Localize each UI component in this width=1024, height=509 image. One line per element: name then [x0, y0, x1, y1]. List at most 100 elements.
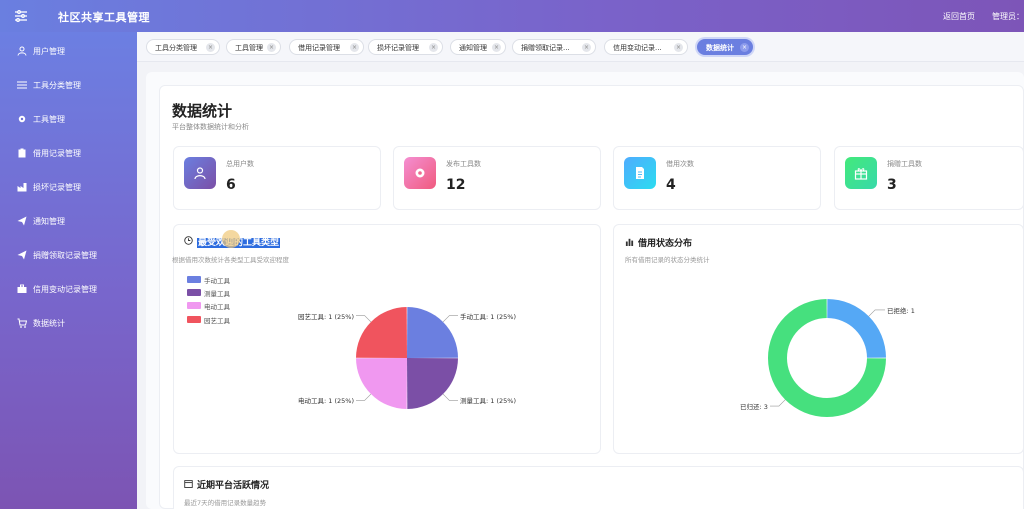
pie-slice[interactable]	[407, 307, 458, 358]
page-subtitle: 平台整体数据统计和分析	[172, 123, 249, 131]
legend-label: 园艺工具	[204, 317, 230, 325]
admin-label[interactable]: 管理员：	[992, 11, 1024, 22]
sidebar-item-tools[interactable]: 工具管理	[0, 109, 137, 129]
page-title: 数据统计	[172, 102, 233, 120]
close-icon[interactable]: ×	[429, 43, 438, 52]
sidebar-item-damage-records[interactable]: 损坏记录管理	[0, 177, 137, 197]
popular-tools-subtitle: 根据借用次数统计各类型工具受欢迎程度	[172, 256, 289, 264]
legend-swatch	[187, 316, 201, 323]
factory-icon	[17, 182, 27, 192]
tab-label: 信用变动记录...	[613, 44, 662, 52]
stat-value: 3	[887, 177, 897, 193]
tab-label: 数据统计	[706, 44, 734, 52]
legend-label: 测量工具	[204, 290, 230, 298]
legend-swatch	[187, 276, 201, 283]
gear-icon	[404, 157, 436, 189]
user-icon	[184, 157, 216, 189]
tab-label: 工具分类管理	[155, 44, 197, 52]
legend-label: 手动工具	[204, 277, 230, 285]
pie-slice[interactable]	[356, 358, 407, 409]
stat-label: 发布工具数	[446, 160, 481, 168]
close-icon[interactable]: ×	[492, 43, 501, 52]
tab-donation-records[interactable]: 捐赠领取记录... ×	[512, 39, 596, 55]
sidebar-item-label: 捐赠领取记录管理	[33, 251, 97, 260]
user-icon	[17, 46, 27, 56]
tab-credit-records[interactable]: 信用变动记录... ×	[604, 39, 688, 55]
app-title: 社区共享工具管理	[58, 11, 150, 24]
pie-slice-label: 测量工具: 1 (25%)	[460, 397, 516, 405]
sidebar-item-notifications[interactable]: 通知管理	[0, 211, 137, 231]
leader-line	[356, 393, 372, 401]
sidebar-item-label: 信用变动记录管理	[33, 285, 97, 294]
pie-slice-label: 手动工具: 1 (25%)	[460, 313, 516, 321]
sidebar-item-users[interactable]: 用户管理	[0, 41, 137, 61]
pie-slice-label: 园艺工具: 1 (25%)	[298, 313, 354, 321]
send-icon	[17, 216, 27, 226]
close-icon[interactable]: ×	[674, 43, 683, 52]
leader-line	[442, 315, 458, 323]
close-icon[interactable]: ×	[350, 43, 359, 52]
tab-tool-categories[interactable]: 工具分类管理 ×	[146, 39, 220, 55]
sidebar-item-donation-records[interactable]: 捐赠领取记录管理	[0, 245, 137, 265]
sidebar-item-label: 损坏记录管理	[33, 183, 81, 192]
donut-slice-label: 已拒绝: 1	[887, 307, 915, 315]
sidebar-item-tool-categories[interactable]: 工具分类管理	[0, 75, 137, 95]
sidebar-item-statistics[interactable]: 数据统计	[0, 313, 137, 333]
tab-label: 借用记录管理	[298, 44, 340, 52]
sidebar-item-label: 数据统计	[33, 319, 65, 328]
sidebar-item-borrow-records[interactable]: 借用记录管理	[0, 143, 137, 163]
cart-icon	[17, 318, 27, 328]
calendar-icon	[184, 479, 193, 488]
top-bar: 社区共享工具管理 返回首页 管理员：	[0, 0, 1024, 32]
stat-card-donations: 捐赠工具数 3	[834, 146, 1024, 210]
pie-slice[interactable]	[407, 358, 458, 409]
pie-slice-label: 电动工具: 1 (25%)	[298, 397, 354, 405]
sidebar-item-credit-records[interactable]: 信用变动记录管理	[0, 279, 137, 299]
close-icon[interactable]: ×	[267, 43, 276, 52]
close-icon[interactable]: ×	[206, 43, 215, 52]
bar-chart-icon	[625, 237, 634, 246]
stat-label: 总用户数	[226, 160, 254, 168]
stat-card-users: 总用户数 6	[173, 146, 381, 210]
clipboard-icon	[17, 148, 27, 158]
sidebar-item-label: 工具管理	[33, 115, 65, 124]
stat-card-tools: 发布工具数 12	[393, 146, 601, 210]
borrow-status-title: 借用状态分布	[638, 239, 693, 249]
sidebar-item-label: 借用记录管理	[33, 149, 81, 158]
recent-activity-subtitle: 最近7天的借用记录数量趋势	[184, 499, 267, 507]
tab-bar: 工具分类管理 × 工具管理 × 借用记录管理 × 损坏记录管理 × 通知管理 ×…	[137, 32, 1024, 62]
sidebar-item-label: 通知管理	[33, 217, 65, 226]
tab-tools[interactable]: 工具管理 ×	[226, 39, 281, 55]
tab-label: 捐赠领取记录...	[521, 44, 570, 52]
legend-swatch	[187, 289, 201, 296]
gear-icon	[17, 114, 27, 124]
close-icon[interactable]: ×	[582, 43, 591, 52]
legend-label: 电动工具	[204, 303, 230, 311]
pie-slice[interactable]	[827, 299, 886, 358]
menu-toggle-icon[interactable]	[14, 9, 28, 23]
tab-label: 工具管理	[235, 44, 263, 52]
tab-damage-records[interactable]: 损坏记录管理 ×	[368, 39, 443, 55]
pie-slice[interactable]	[356, 307, 407, 358]
stat-label: 借用次数	[666, 160, 694, 168]
tab-borrow-records[interactable]: 借用记录管理 ×	[289, 39, 364, 55]
close-icon[interactable]: ×	[740, 43, 749, 52]
stat-card-borrows: 借用次数 4	[613, 146, 821, 210]
back-home-link[interactable]: 返回首页	[943, 11, 975, 22]
stat-label: 捐赠工具数	[887, 160, 922, 168]
briefcase-icon	[17, 284, 27, 294]
sidebar: 用户管理 工具分类管理 工具管理 借用记录管理 损坏记录管理 通知管理 捐赠领取…	[0, 32, 137, 509]
tab-notifications[interactable]: 通知管理 ×	[450, 39, 506, 55]
recent-activity-card	[173, 466, 1024, 509]
donut-slice-label: 已归还: 3	[740, 403, 768, 411]
tab-statistics[interactable]: 数据统计 ×	[697, 39, 753, 55]
recent-activity-title: 近期平台活跃情况	[197, 481, 270, 491]
sliders-icon	[17, 80, 27, 90]
tab-label: 通知管理	[459, 44, 487, 52]
sidebar-item-label: 工具分类管理	[33, 81, 81, 90]
legend-swatch	[187, 302, 201, 309]
gift-icon	[845, 157, 877, 189]
mouse-cursor-highlight	[222, 230, 240, 248]
sidebar-item-label: 用户管理	[33, 47, 65, 56]
leader-line	[356, 315, 372, 323]
